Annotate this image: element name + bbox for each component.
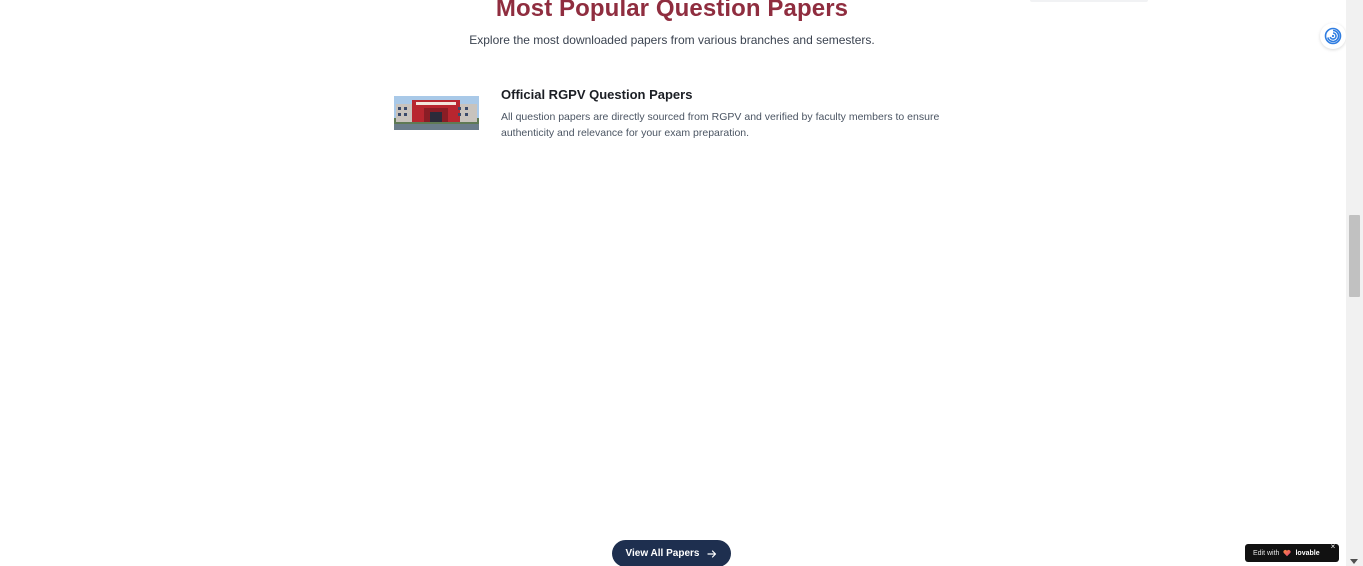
feature-text: Official RGPV Question Papers All questi… xyxy=(501,86,951,141)
feature-title: Official RGPV Question Papers xyxy=(501,87,693,102)
section-title: Most Popular Question Papers xyxy=(495,0,849,22)
page: Most Popular Question Papers Explore the… xyxy=(0,0,1363,566)
scroll-down-arrow-icon[interactable] xyxy=(1350,559,1358,564)
badge-prefix: Edit with xyxy=(1253,549,1280,557)
badge-close-icon[interactable]: × xyxy=(1328,542,1338,552)
lovable-heart-icon xyxy=(1283,549,1292,557)
view-all-papers-label: View All Papers xyxy=(625,548,700,559)
vertical-scrollbar[interactable] xyxy=(1346,0,1363,566)
arrow-right-icon xyxy=(707,549,717,559)
feature-card: Official RGPV Question Papers All questi… xyxy=(394,86,954,146)
badge-brand: lovable xyxy=(1295,549,1320,557)
edit-with-lovable-badge[interactable]: Edit with lovable xyxy=(1245,544,1339,562)
assistant-swirl-icon[interactable] xyxy=(1320,23,1346,49)
scrollbar-thumb[interactable] xyxy=(1349,215,1360,297)
view-all-papers-button[interactable]: View All Papers xyxy=(612,540,731,566)
rgpv-campus-image xyxy=(394,96,479,130)
feature-description: All question papers are directly sourced… xyxy=(501,111,940,139)
section-subtitle: Explore the most downloaded papers from … xyxy=(469,33,875,47)
